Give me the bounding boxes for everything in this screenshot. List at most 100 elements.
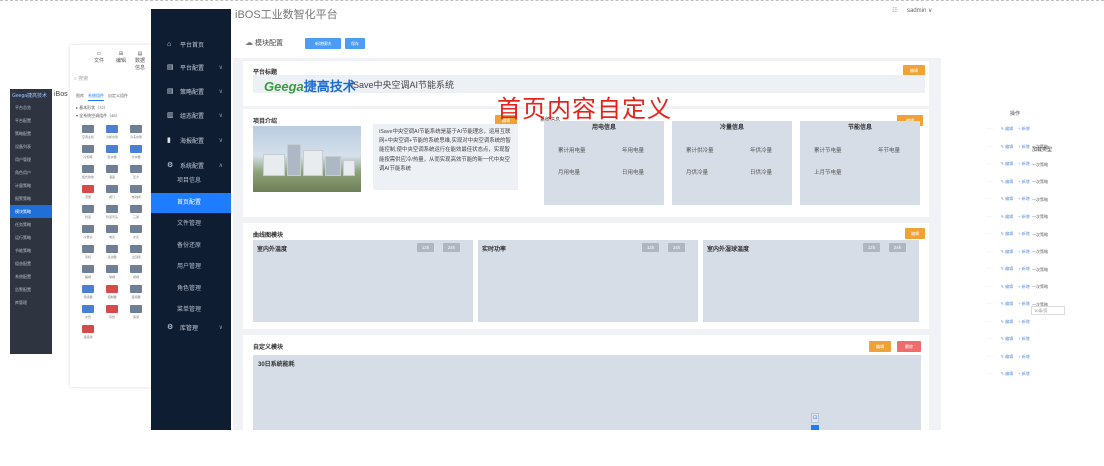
row-add-link[interactable]: 新增 bbox=[1022, 336, 1030, 341]
palette-component[interactable]: 温度 bbox=[102, 165, 122, 181]
background-nav-item[interactable]: 计量策略 bbox=[10, 179, 52, 192]
row-edit-link[interactable]: 编辑 bbox=[1005, 319, 1013, 324]
row-add-link[interactable]: 新增 bbox=[1022, 126, 1030, 131]
custom-module-edit-button[interactable]: 编辑 bbox=[869, 341, 891, 352]
sidebar-item-1[interactable]: ▤ 平台配置 ∨ bbox=[151, 56, 231, 78]
row-edit-link[interactable]: 编辑 bbox=[1005, 144, 1013, 149]
row-edit-link[interactable]: 编辑 bbox=[1005, 354, 1013, 359]
row-edit-link[interactable]: 编辑 bbox=[1005, 336, 1013, 341]
row-add-link[interactable]: 新增 bbox=[1022, 319, 1030, 324]
palette-component[interactable]: 电表 bbox=[102, 225, 122, 241]
time-range-chip[interactable]: 12h bbox=[863, 243, 880, 252]
save-button[interactable]: 保存 bbox=[345, 38, 365, 49]
palette-component[interactable]: 球阀 bbox=[102, 265, 122, 281]
row-add-link[interactable]: 新增 bbox=[1022, 301, 1030, 306]
page-size-select[interactable]: 10条/页 bbox=[1031, 306, 1065, 315]
time-range-chip[interactable]: 24h bbox=[668, 243, 685, 252]
row-add-link[interactable]: 新增 bbox=[1022, 249, 1030, 254]
palette-component[interactable]: 过滤器 bbox=[102, 245, 122, 261]
background-nav-item[interactable]: 任务策略 bbox=[10, 218, 52, 231]
row-add-link[interactable]: 新增 bbox=[1022, 266, 1030, 271]
background-nav-item[interactable]: 用户管理 bbox=[10, 153, 52, 166]
palette-component[interactable]: 风管 bbox=[102, 305, 122, 321]
palette-search[interactable]: ⌕ 搜索 bbox=[70, 75, 152, 83]
background-nav-item[interactable]: 平台配置 bbox=[10, 114, 52, 127]
time-range-chip[interactable]: 12h bbox=[417, 243, 434, 252]
palette-tab-system[interactable]: 系统组件 bbox=[88, 93, 104, 101]
palette-component[interactable]: 管道弯头 bbox=[102, 205, 122, 221]
palette-component[interactable]: 压力 bbox=[126, 165, 146, 181]
palette-component[interactable]: 阀门 bbox=[102, 185, 122, 201]
row-add-link[interactable]: 新增 bbox=[1022, 284, 1030, 289]
palette-component[interactable]: 冷却塔 bbox=[78, 145, 98, 161]
sidebar-subitem[interactable]: 用户管理 bbox=[151, 257, 231, 277]
background-nav-item[interactable]: 节能策略 bbox=[10, 244, 52, 257]
palette-tool-file[interactable]: ▭ 文件 bbox=[92, 51, 106, 64]
lock-icon[interactable]: ⊡ bbox=[811, 413, 819, 423]
sidebar-subitem[interactable]: 文件管理 bbox=[151, 214, 231, 234]
sidebar-item-library[interactable]: ⚙ 库管理 ∨ bbox=[151, 316, 231, 338]
row-add-link[interactable]: 新增 bbox=[1022, 179, 1030, 184]
palette-component[interactable]: 冷冻水泵 bbox=[126, 125, 146, 141]
row-edit-link[interactable]: 编辑 bbox=[1005, 231, 1013, 236]
palette-tool-data[interactable]: ▤ 数据信息 bbox=[133, 51, 147, 71]
row-add-link[interactable]: 新增 bbox=[1022, 371, 1030, 376]
sidebar-subitem[interactable]: 项目信息 bbox=[151, 171, 231, 191]
palette-component[interactable]: 蝶阀 bbox=[78, 265, 98, 281]
background-nav-item[interactable]: 组态配置 bbox=[10, 257, 52, 270]
background-nav-item[interactable]: 策略配置 bbox=[10, 127, 52, 140]
sidebar-item-2[interactable]: ▤ 策略配置 ∨ bbox=[151, 80, 231, 102]
palette-tab-custom[interactable]: 自定义组件 bbox=[108, 93, 128, 101]
user-icon[interactable]: ☷ bbox=[892, 7, 897, 14]
palette-tab-gallery[interactable]: 图库 bbox=[76, 93, 84, 101]
palette-component[interactable]: 旁通 bbox=[126, 305, 146, 321]
palette-component[interactable]: 管道 bbox=[78, 205, 98, 221]
background-nav-item[interactable]: 平台总览 bbox=[10, 101, 52, 114]
palette-component[interactable]: 三通 bbox=[126, 205, 146, 221]
row-add-link[interactable]: 新增 bbox=[1022, 354, 1030, 359]
palette-component[interactable]: 水管 bbox=[78, 305, 98, 321]
time-range-chip[interactable]: 12h bbox=[642, 243, 659, 252]
add-module-button[interactable]: 新增模块 bbox=[305, 38, 341, 49]
palette-component[interactable]: 变频器 bbox=[126, 285, 146, 301]
row-edit-link[interactable]: 编辑 bbox=[1005, 249, 1013, 254]
row-edit-link[interactable]: 编辑 bbox=[1005, 126, 1013, 131]
palette-component[interactable]: 冷量表 bbox=[78, 225, 98, 241]
sidebar-item-4[interactable]: ▮ 海报配置 ∨ bbox=[151, 129, 231, 151]
row-edit-link[interactable]: 编辑 bbox=[1005, 161, 1013, 166]
background-nav-item[interactable]: 告警配置 bbox=[10, 283, 52, 296]
palette-component[interactable]: 传感器 bbox=[78, 285, 98, 301]
user-menu[interactable]: sadmin ∨ bbox=[907, 7, 932, 14]
background-nav-item[interactable]: 角色用户 bbox=[10, 166, 52, 179]
row-add-link[interactable]: 新增 bbox=[1022, 231, 1030, 236]
row-add-link[interactable]: 新增 bbox=[1022, 144, 1030, 149]
time-range-chip[interactable]: 24h bbox=[889, 243, 906, 252]
row-edit-link[interactable]: 编辑 bbox=[1005, 301, 1013, 306]
palette-component[interactable]: 闸阀 bbox=[126, 265, 146, 281]
sidebar-subitem[interactable]: 角色管理 bbox=[151, 279, 231, 299]
palette-component[interactable]: 止回阀 bbox=[126, 245, 146, 261]
background-nav-item[interactable]: 设备列表 bbox=[10, 140, 52, 153]
background-nav-item[interactable]: 库管理 bbox=[10, 296, 52, 309]
palette-tree-hvac[interactable]: ▾ 全系统空调组件（45） bbox=[76, 113, 120, 119]
background-nav-item[interactable]: 模块策略 bbox=[10, 205, 52, 218]
row-edit-link[interactable]: 编辑 bbox=[1005, 179, 1013, 184]
background-nav-item[interactable]: 报警策略 bbox=[10, 192, 52, 205]
sidebar-item-0[interactable]: ⌂ 平台首页 bbox=[151, 33, 231, 55]
palette-tree-basic[interactable]: ▸ 基本形状（72） bbox=[76, 105, 108, 111]
float-tab-icon[interactable] bbox=[811, 425, 819, 430]
palette-component[interactable]: 水表 bbox=[126, 225, 146, 241]
custom-module-delete-button[interactable]: 删除 bbox=[897, 341, 921, 352]
palette-component[interactable]: 冷却水泵 bbox=[102, 125, 122, 141]
time-range-chip[interactable]: 24h bbox=[443, 243, 460, 252]
palette-component[interactable]: 分水器 bbox=[126, 145, 146, 161]
palette-component[interactable]: 空调主机 bbox=[78, 125, 98, 141]
row-edit-link[interactable]: 编辑 bbox=[1005, 284, 1013, 289]
row-edit-link[interactable]: 编辑 bbox=[1005, 196, 1013, 201]
palette-component[interactable]: 电动阀 bbox=[126, 185, 146, 201]
row-edit-link[interactable]: 编辑 bbox=[1005, 371, 1013, 376]
background-nav-item[interactable]: 系统配置 bbox=[10, 270, 52, 283]
row-edit-link[interactable]: 编辑 bbox=[1005, 266, 1013, 271]
row-add-link[interactable]: 新增 bbox=[1022, 214, 1030, 219]
sidebar-subitem[interactable]: 备份还原 bbox=[151, 236, 231, 256]
